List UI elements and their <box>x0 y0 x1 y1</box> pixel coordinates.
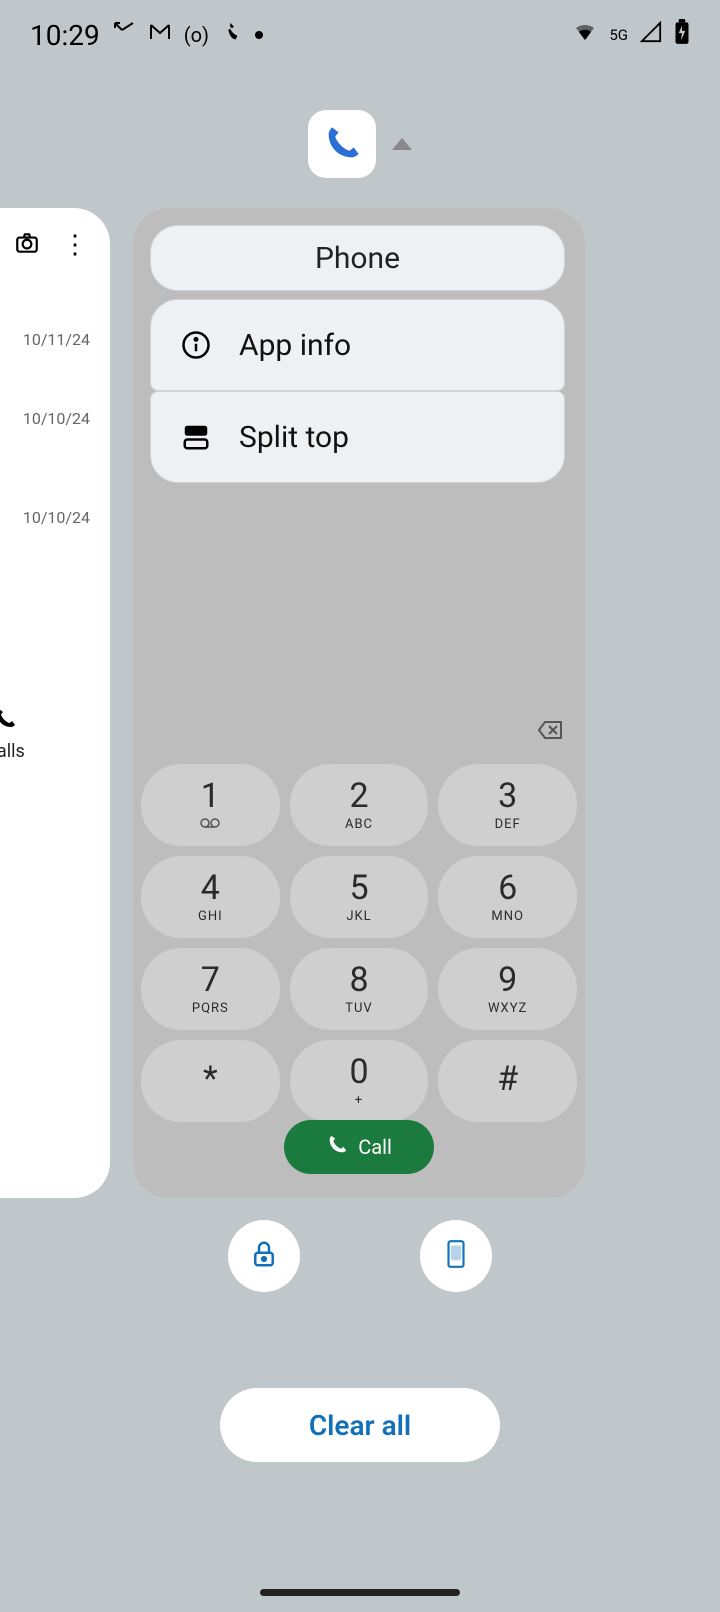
status-time: 10:29 <box>30 19 100 52</box>
menu-item-split-top[interactable]: Split top <box>150 391 565 483</box>
list-date: 10/11/24 <box>0 330 110 349</box>
key-5[interactable]: 5JKL <box>290 856 429 938</box>
list-date: 10/10/24 <box>0 508 110 527</box>
signal-icon <box>640 21 662 49</box>
status-left: 10:29 (o) <box>30 19 263 52</box>
status-right: 5G <box>573 19 690 51</box>
screenshot-button[interactable] <box>420 1220 492 1292</box>
key-3[interactable]: 3DEF <box>438 764 577 846</box>
recents-card-previous[interactable]: ⋮ 10/11/24 10/10/24 10/10/24 n the Calls <box>0 208 110 1198</box>
key-0[interactable]: 0+ <box>290 1040 429 1122</box>
wifi-icon <box>573 20 597 50</box>
recents-app-header <box>0 110 720 178</box>
dialpad-area: 1 2ABC 3DEF 4GHI 5JKL 6MNO 7PQRS 8TUV 9W… <box>133 698 585 1198</box>
menu-item-label: App info <box>239 328 351 363</box>
menu-item-app-info[interactable]: App info <box>150 299 565 391</box>
app-context-menu: Phone App info Split top <box>150 225 565 483</box>
clear-all-button[interactable]: Clear all <box>220 1388 500 1462</box>
call-button-label: Call <box>358 1135 392 1159</box>
calls-tab-label: Calls <box>0 741 110 762</box>
backspace-icon[interactable] <box>537 720 563 740</box>
status-bar: 10:29 (o) 5G <box>0 0 720 70</box>
key-hash[interactable]: # <box>438 1040 577 1122</box>
call-button[interactable]: Call <box>284 1120 434 1174</box>
calls-tab[interactable]: Calls <box>0 707 110 762</box>
context-menu-title: Phone <box>150 225 565 291</box>
menu-item-label: Split top <box>239 420 349 455</box>
screenshot-icon <box>442 1239 470 1273</box>
navigation-handle[interactable] <box>260 1589 460 1596</box>
key-6[interactable]: 6MNO <box>438 856 577 938</box>
phone-app-icon[interactable] <box>308 110 376 178</box>
battery-icon <box>674 19 690 51</box>
list-date: 10/10/24 <box>0 409 110 428</box>
card-actions-row <box>0 1220 720 1292</box>
network-type-label: 5G <box>609 26 628 44</box>
camera-icon[interactable] <box>14 230 40 260</box>
hand-icon <box>221 21 243 49</box>
lock-icon <box>249 1239 279 1273</box>
notification-count-icon: (o) <box>184 23 209 47</box>
gmail-icon <box>148 20 172 50</box>
key-star[interactable]: * <box>141 1040 280 1122</box>
keypad: 1 2ABC 3DEF 4GHI 5JKL 6MNO 7PQRS 8TUV 9W… <box>141 764 577 1122</box>
more-notifications-dot <box>255 31 263 39</box>
info-icon <box>179 328 213 362</box>
chevron-up-icon[interactable] <box>392 138 412 150</box>
key-2[interactable]: 2ABC <box>290 764 429 846</box>
phone-icon <box>326 1134 348 1161</box>
key-7[interactable]: 7PQRS <box>141 948 280 1030</box>
key-1[interactable]: 1 <box>141 764 280 846</box>
key-4[interactable]: 4GHI <box>141 856 280 938</box>
phone-icon <box>0 716 17 735</box>
lock-app-button[interactable] <box>228 1220 300 1292</box>
more-options-icon[interactable]: ⋮ <box>62 230 88 260</box>
key-9[interactable]: 9WXYZ <box>438 948 577 1030</box>
key-8[interactable]: 8TUV <box>290 948 429 1030</box>
missed-call-icon <box>112 20 136 50</box>
clear-all-label: Clear all <box>309 1409 411 1442</box>
split-screen-icon <box>179 420 213 454</box>
voicemail-icon <box>200 817 220 832</box>
